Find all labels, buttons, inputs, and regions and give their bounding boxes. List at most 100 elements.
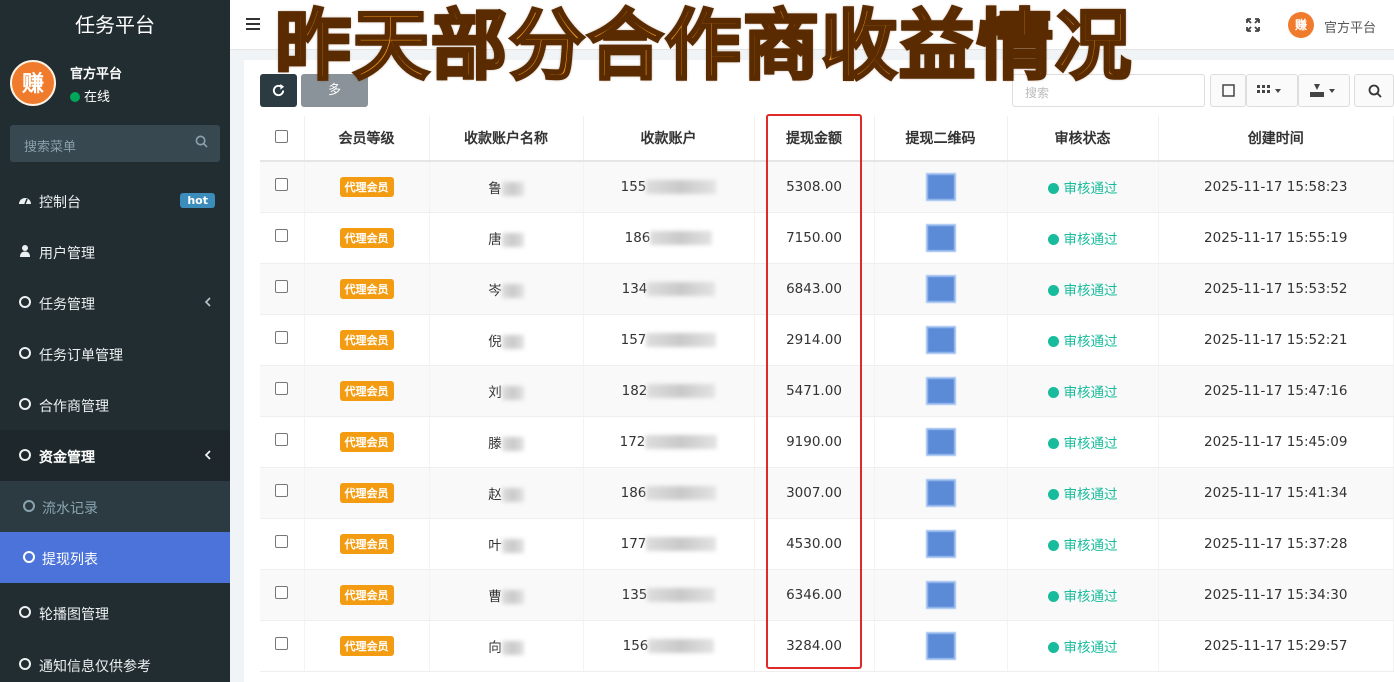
member-level-badge: 代理会员: [339, 227, 394, 248]
qrcode-thumbnail[interactable]: [925, 631, 956, 660]
table-row[interactable]: 代理会员 岑 134 6843.00 审核通过 2025-11-17 15:53:52: [260, 263, 1394, 315]
table-row[interactable]: 代理会员 曹 135 6346.00 审核通过 2025-11-17 15:34:30: [260, 569, 1394, 621]
status-dot-icon: [1047, 437, 1059, 449]
qrcode-cell[interactable]: [874, 467, 1008, 519]
fullscreen-icon[interactable]: [1246, 18, 1260, 32]
table-row[interactable]: 代理会员 滕 172 9190.00 审核通过 2025-11-17 15:45:09: [260, 416, 1394, 468]
sidebar-item-label: 控制台: [39, 195, 81, 211]
column-header[interactable]: 收款账户名称: [429, 116, 584, 162]
row-checkbox[interactable]: [275, 535, 289, 548]
qrcode-cell[interactable]: [874, 620, 1008, 672]
row-select-cell[interactable]: [260, 314, 305, 366]
circle-icon: [19, 606, 31, 618]
row-select-cell[interactable]: [260, 467, 305, 519]
qrcode-cell[interactable]: [874, 518, 1008, 570]
qrcode-thumbnail[interactable]: [925, 580, 956, 609]
account-name: 向: [488, 639, 502, 656]
withdraw-amount: 7150.00: [786, 229, 842, 246]
table-row[interactable]: 代理会员 倪 157 2914.00 审核通过 2025-11-17 15:52:21: [260, 314, 1394, 366]
status-cell: 审核通过: [1007, 314, 1159, 366]
header-user-name[interactable]: 官方平台: [1324, 17, 1376, 36]
qrcode-cell[interactable]: [874, 161, 1008, 213]
member-level-cell: 代理会员: [304, 365, 430, 417]
export-button[interactable]: [1298, 74, 1350, 107]
qrcode-thumbnail[interactable]: [925, 274, 956, 303]
created-time: 2025-11-17 15:41:34: [1204, 484, 1348, 501]
qrcode-cell[interactable]: [874, 569, 1008, 621]
member-level-cell: 代理会员: [304, 161, 430, 213]
qrcode-thumbnail[interactable]: [925, 325, 956, 354]
sidebar-item-transactions[interactable]: 流水记录: [0, 481, 230, 532]
row-checkbox[interactable]: [275, 484, 289, 497]
row-checkbox[interactable]: [275, 382, 289, 395]
menu-toggle-icon[interactable]: [246, 18, 260, 30]
status-text: 审核通过: [1063, 282, 1118, 299]
qrcode-cell[interactable]: [874, 263, 1008, 315]
row-select-cell[interactable]: [260, 263, 305, 315]
sidebar-item-dashboard[interactable]: 控制台 hot: [0, 175, 230, 226]
sidebar-item-carousel[interactable]: 轮播图管理: [0, 583, 230, 639]
search-toggle-button[interactable]: [1354, 74, 1394, 107]
qrcode-thumbnail[interactable]: [925, 376, 956, 405]
row-select-cell[interactable]: [260, 518, 305, 570]
row-checkbox[interactable]: [275, 331, 289, 344]
row-checkbox[interactable]: [275, 280, 289, 293]
column-header[interactable]: 提现二维码: [874, 116, 1008, 162]
redacted-mask: [501, 640, 524, 655]
column-header[interactable]: 提现金额: [754, 116, 875, 162]
account-number: 156: [622, 637, 649, 654]
qrcode-cell[interactable]: [874, 416, 1008, 468]
dashboard-icon: [19, 198, 31, 205]
row-checkbox[interactable]: [275, 586, 289, 599]
redacted-mask: [648, 638, 715, 653]
sidebar-item-users[interactable]: 用户管理: [0, 226, 230, 277]
select-all-checkbox[interactable]: [275, 129, 289, 143]
row-select-cell[interactable]: [260, 161, 305, 213]
table-row[interactable]: 代理会员 叶 177 4530.00 审核通过 2025-11-17 15:37:28: [260, 518, 1394, 570]
row-checkbox[interactable]: [275, 178, 289, 192]
row-select-cell[interactable]: [260, 212, 305, 264]
sidebar-search-input[interactable]: 搜索菜单: [10, 125, 220, 162]
column-header[interactable]: 创建时间: [1158, 116, 1394, 162]
column-header[interactable]: 审核状态: [1007, 116, 1159, 162]
qrcode-thumbnail[interactable]: [925, 427, 956, 456]
columns-button[interactable]: [1246, 74, 1298, 107]
row-select-cell[interactable]: [260, 620, 305, 672]
table-row[interactable]: 代理会员 刘 182 5471.00 审核通过 2025-11-17 15:47:16: [260, 365, 1394, 417]
qrcode-thumbnail[interactable]: [925, 223, 956, 252]
qrcode-cell[interactable]: [874, 365, 1008, 417]
sidebar-brand[interactable]: 任务平台: [0, 0, 230, 50]
qrcode-cell[interactable]: [874, 314, 1008, 366]
row-select-cell[interactable]: [260, 569, 305, 621]
sidebar-item-notices[interactable]: 通知信息仅供参考: [0, 639, 230, 682]
withdraw-amount: 5471.00: [786, 382, 842, 399]
row-select-cell[interactable]: [260, 365, 305, 417]
account-name-cell: 刘: [429, 365, 584, 417]
qrcode-thumbnail[interactable]: [925, 478, 956, 507]
row-select-cell[interactable]: [260, 416, 305, 468]
header-avatar[interactable]: 赚: [1288, 12, 1314, 38]
column-header[interactable]: 收款账户: [583, 116, 755, 162]
row-checkbox[interactable]: [275, 637, 289, 650]
table-row[interactable]: 代理会员 向 156 3284.00 审核通过 2025-11-17 15:29:57: [260, 620, 1394, 672]
select-all-cell[interactable]: [260, 116, 305, 162]
account-name: 赵: [488, 486, 502, 503]
sidebar-item-tasks[interactable]: 任务管理: [0, 277, 230, 328]
table-row[interactable]: 代理会员 赵 186 3007.00 审核通过 2025-11-17 15:41:34: [260, 467, 1394, 519]
table-row[interactable]: 代理会员 鲁 155 5308.00 审核通过 2025-11-17 15:58:23: [260, 161, 1394, 213]
created-time: 2025-11-17 15:55:19: [1204, 229, 1348, 246]
row-checkbox[interactable]: [275, 229, 289, 242]
sidebar-item-label: 任务订单管理: [39, 348, 123, 364]
qrcode-cell[interactable]: [874, 212, 1008, 264]
sidebar-item-funds[interactable]: 资金管理: [0, 430, 230, 481]
search-icon[interactable]: [195, 135, 208, 148]
row-checkbox[interactable]: [275, 433, 289, 446]
qrcode-thumbnail[interactable]: [925, 529, 956, 558]
sidebar-item-task-orders[interactable]: 任务订单管理: [0, 328, 230, 379]
sidebar-item-withdrawals[interactable]: 提现列表: [0, 532, 230, 583]
table-row[interactable]: 代理会员 唐 186 7150.00 审核通过 2025-11-17 15:55:19: [260, 212, 1394, 264]
redacted-mask: [647, 281, 716, 296]
sidebar-item-partners[interactable]: 合作商管理: [0, 379, 230, 430]
qrcode-thumbnail[interactable]: [925, 172, 956, 201]
column-header[interactable]: 会员等级: [304, 116, 430, 162]
